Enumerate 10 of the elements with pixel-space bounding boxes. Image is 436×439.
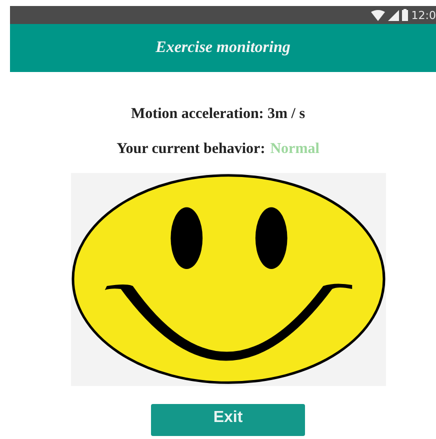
app-title: Exercise monitoring xyxy=(156,39,290,57)
behavior-value: Normal xyxy=(270,141,320,158)
battery-icon xyxy=(402,9,408,21)
acceleration-text: Motion acceleration: 3m / s xyxy=(130,106,306,123)
smiley-face-icon xyxy=(70,173,386,386)
wifi-icon xyxy=(371,10,386,20)
signal-icon xyxy=(388,10,400,20)
exit-button[interactable]: Exit xyxy=(151,404,305,436)
behavior-label: Your current behavior: xyxy=(116,141,266,158)
status-time: 12:0 xyxy=(411,8,436,22)
